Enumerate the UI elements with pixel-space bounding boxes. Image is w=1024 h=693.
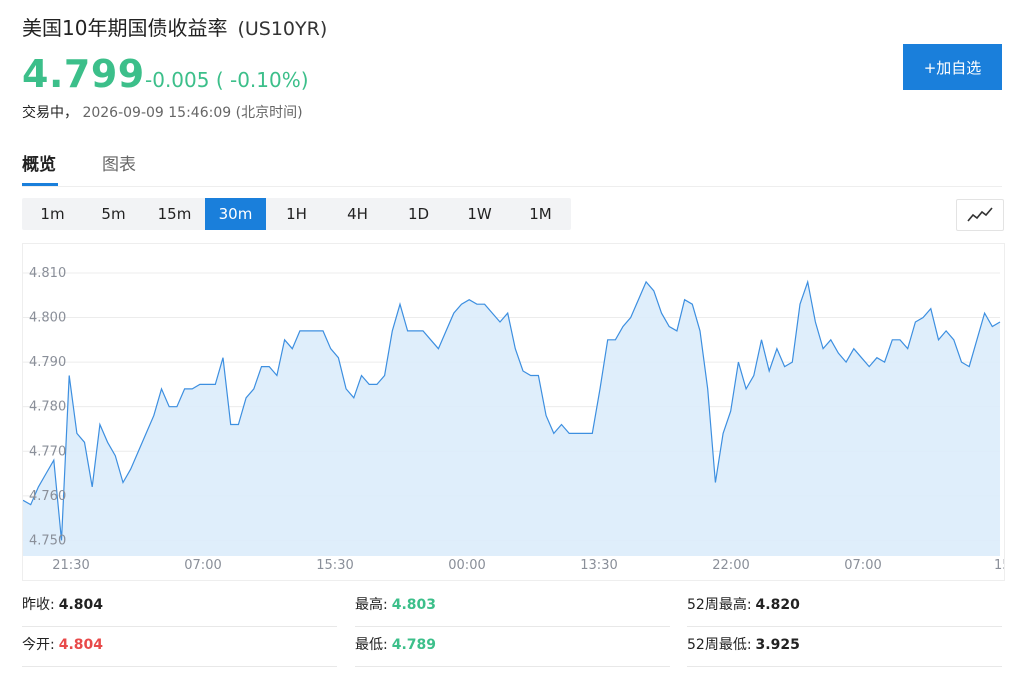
open-stat: 今开: 4.804 [22, 630, 337, 667]
x-tick-label: 07:00 [844, 558, 881, 573]
prev-close-stat: 昨收: 4.804 [22, 590, 337, 627]
y-tick-label: 4.790 [29, 355, 66, 370]
low-value: 4.789 [391, 637, 437, 653]
y-tick-label: 4.800 [29, 311, 66, 326]
trading-status: 交易中， 2026-09-09 15:46:09 (北京时间) [22, 102, 303, 122]
x-tick-label: 15:3 [994, 558, 1004, 573]
low-stat: 最低: 4.789 [355, 630, 670, 667]
interval-4h-button[interactable]: 4H [327, 198, 388, 230]
interval-selector: 1m 5m 15m 30m 1H 4H 1D 1W 1M [22, 198, 571, 230]
prev-close-value: 4.804 [58, 597, 104, 613]
interval-1mo-button[interactable]: 1M [510, 198, 571, 230]
low52-label: 52周最低: [687, 637, 752, 653]
chart-type-button[interactable] [956, 199, 1004, 231]
timezone: (北京时间) [235, 105, 303, 121]
interval-5m-button[interactable]: 5m [83, 198, 144, 230]
open-label: 今开: [22, 637, 55, 653]
high-value: 4.803 [391, 597, 437, 613]
stats-row: 昨收: 4.804 最高: 4.803 52周最高: 4.820 [22, 590, 1002, 630]
y-tick-label: 4.780 [29, 400, 66, 415]
x-tick-label: 07:00 [184, 558, 221, 573]
line-chart-icon [967, 207, 993, 222]
tab-overview[interactable]: 概览 [22, 150, 56, 175]
tab-chart[interactable]: 图表 [102, 150, 136, 175]
active-tab-indicator [22, 183, 58, 186]
status-label: 交易中， [22, 105, 78, 121]
low52-stat: 52周最低: 3.925 [687, 630, 1002, 667]
instrument-title: 美国10年期国债收益率 (US10YR) [22, 12, 327, 41]
stats-row: 今开: 4.804 最低: 4.789 52周最低: 3.925 [22, 630, 1002, 670]
interval-1h-button[interactable]: 1H [266, 198, 327, 230]
price-chart-svg: 4.810 4.800 4.790 4.780 4.770 4.760 4.750 21:30… [22, 266, 1023, 573]
add-watchlist-button[interactable]: +加自选 [903, 44, 1002, 90]
y-tick-label: 4.750 [29, 533, 66, 548]
price-change: -0.005 ( -0.10%) [145, 68, 309, 92]
x-tick-label: 22:00 [712, 558, 749, 573]
interval-30m-button[interactable]: 30m [205, 198, 266, 230]
interval-1d-button[interactable]: 1D [388, 198, 449, 230]
interval-15m-button[interactable]: 15m [144, 198, 205, 230]
low52-value: 3.925 [755, 637, 800, 653]
instrument-code: (US10YR) [237, 18, 328, 40]
high52-label: 52周最高: [687, 597, 752, 613]
x-tick-label: 00:00 [448, 558, 485, 573]
y-tick-label: 4.770 [29, 444, 66, 459]
instrument-name: 美国10年期国债收益率 [22, 16, 228, 40]
low-label: 最低: [355, 637, 388, 653]
y-tick-label: 4.760 [29, 489, 66, 504]
high52-value: 4.820 [755, 597, 800, 613]
high-label: 最高: [355, 597, 388, 613]
interval-1m-button[interactable]: 1m [22, 198, 83, 230]
x-tick-label: 15:30 [316, 558, 353, 573]
high52-stat: 52周最高: 4.820 [687, 590, 1002, 627]
last-price: 4.799 [22, 52, 145, 96]
tab-bar: 概览 图表 [22, 150, 1002, 187]
open-value: 4.804 [58, 637, 104, 653]
price-area-fill [23, 281, 1000, 556]
price-chart[interactable]: 4.810 4.800 4.790 4.780 4.770 4.760 4.750 21:30… [22, 243, 1023, 581]
x-tick-label: 21:30 [52, 558, 89, 573]
high-stat: 最高: 4.803 [355, 590, 670, 627]
y-tick-label: 4.810 [29, 266, 66, 281]
prev-close-label: 昨收: [22, 597, 55, 613]
interval-1w-button[interactable]: 1W [449, 198, 510, 230]
timestamp: 2026-09-09 15:46:09 [82, 105, 232, 121]
x-tick-label: 13:30 [580, 558, 617, 573]
